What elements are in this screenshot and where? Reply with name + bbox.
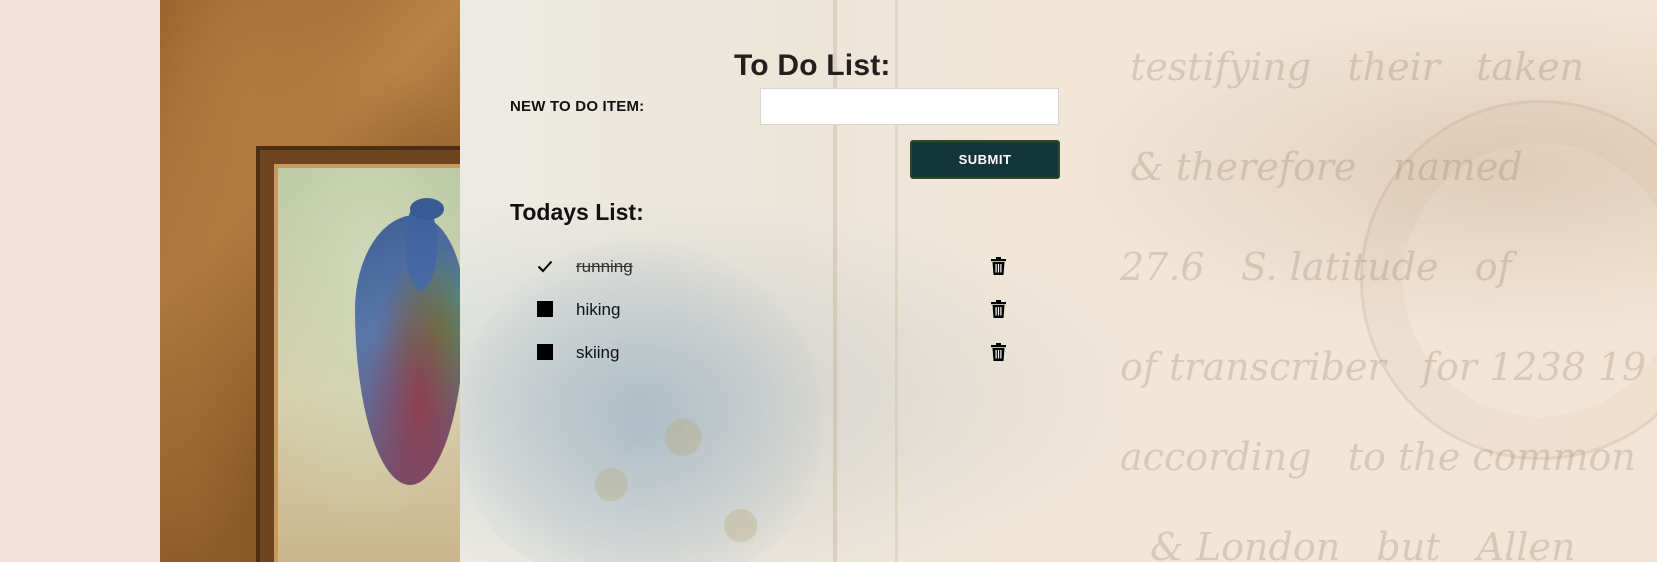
new-item-input[interactable] [760,88,1059,125]
square-icon[interactable] [535,299,555,319]
square-icon[interactable] [535,342,555,362]
trash-icon[interactable] [988,299,1008,319]
todo-app: To Do List: NEW TO DO ITEM: SUBMIT Today… [0,0,1657,562]
trash-icon[interactable] [988,256,1008,276]
checkmark-icon[interactable] [535,256,555,276]
list-heading: Todays List: [510,199,644,225]
todo-item-label: hiking [576,300,621,319]
list-item: running [530,248,1010,291]
list-item: hiking [530,291,1010,334]
list-item: skiing [530,334,1010,377]
todo-list: running hiking skiing [530,248,1010,377]
todo-item-label: running [576,257,633,276]
new-item-label: NEW TO DO ITEM: [510,98,645,115]
submit-button[interactable]: SUBMIT [910,140,1060,179]
trash-icon[interactable] [988,342,1008,362]
todo-item-label: skiing [576,343,620,362]
page-title: To Do List: [734,49,891,82]
